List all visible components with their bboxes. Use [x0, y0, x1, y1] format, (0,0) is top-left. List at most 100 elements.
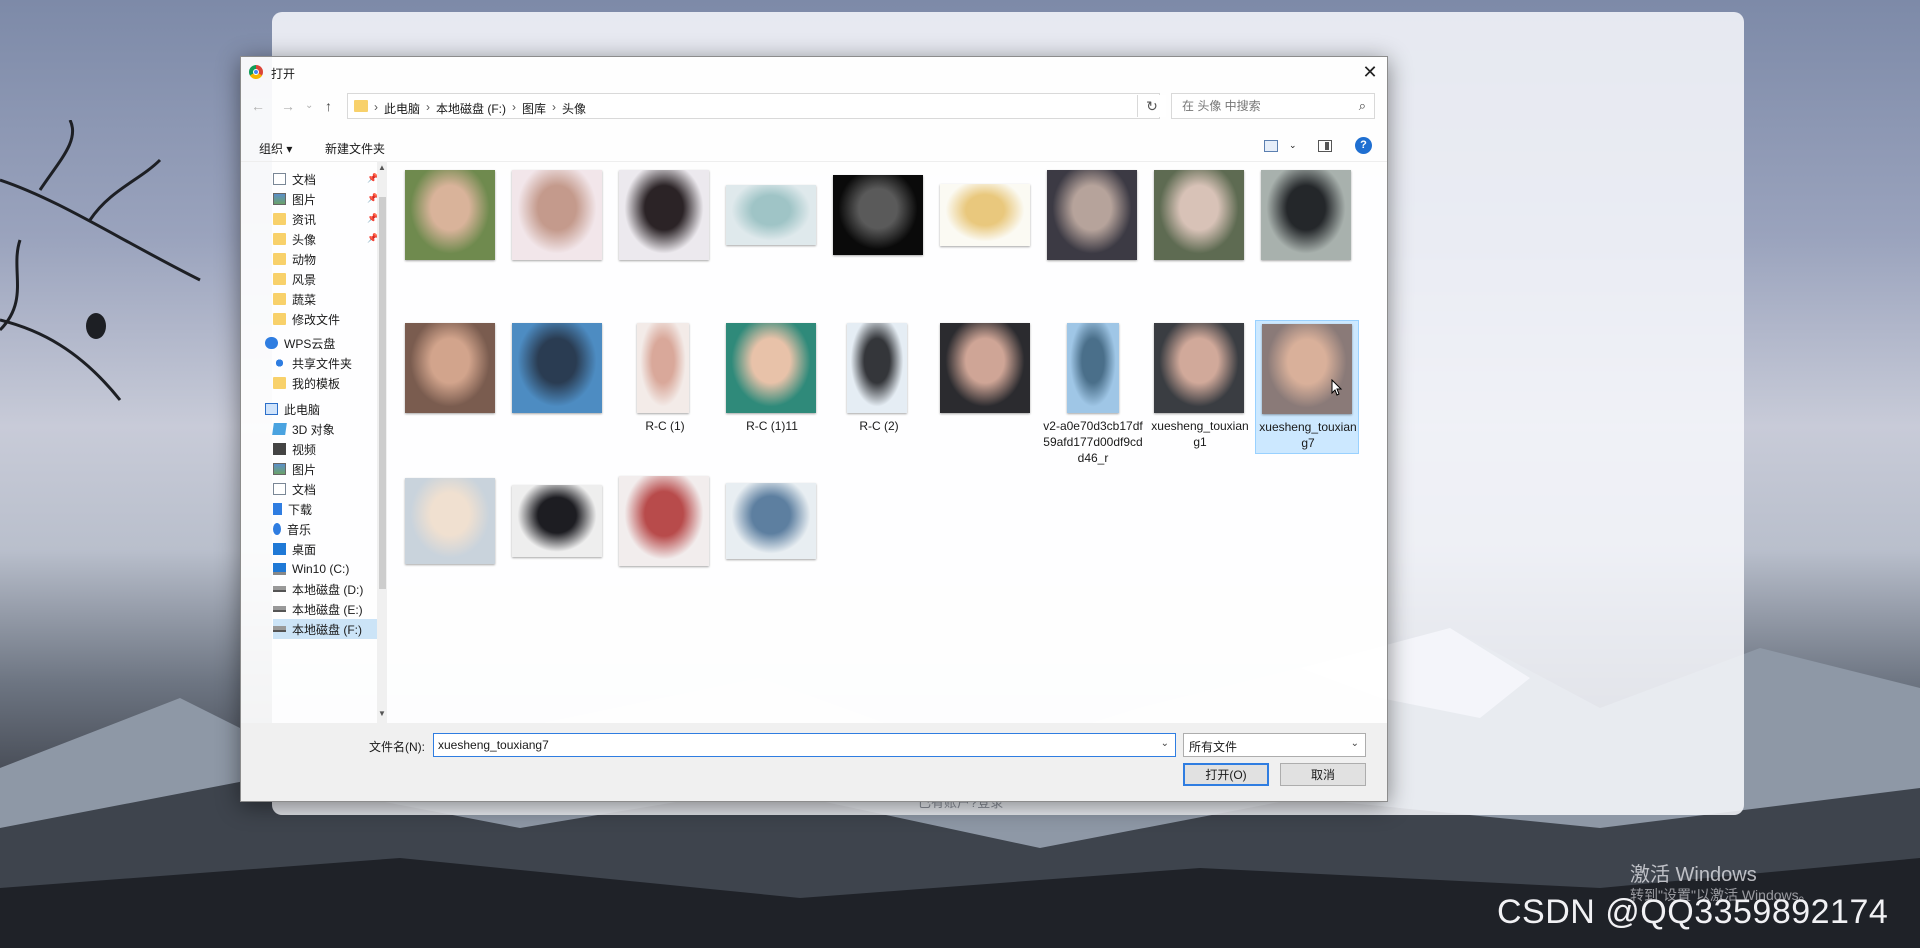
file-item[interactable] — [720, 167, 824, 265]
image-thumbnail[interactable] — [512, 170, 602, 260]
sidebar-item[interactable]: 视频 — [273, 439, 316, 459]
sidebar-item[interactable]: 文档 — [273, 169, 316, 189]
search-input[interactable] — [1180, 98, 1344, 114]
file-item[interactable]: R-C (1) — [613, 320, 717, 438]
chevron-down-icon[interactable]: ⌄ — [1351, 738, 1359, 749]
refresh-icon[interactable]: ↻ — [1137, 95, 1166, 117]
file-item[interactable] — [399, 473, 503, 571]
sidebar-item[interactable]: 我的模板 — [273, 373, 340, 393]
address-bar[interactable]: › 此电脑 › 本地磁盘 (F:) › 图库 › 头像 ⌄ — [347, 93, 1160, 119]
filename-input[interactable]: xuesheng_touxiang7 ⌄ — [433, 733, 1176, 757]
file-item[interactable] — [399, 167, 503, 265]
image-thumbnail[interactable] — [637, 323, 689, 413]
image-thumbnail[interactable] — [512, 485, 602, 557]
chrome-icon — [249, 65, 263, 79]
close-button[interactable]: ✕ — [1353, 57, 1387, 87]
image-thumbnail[interactable] — [405, 323, 495, 413]
image-thumbnail[interactable] — [726, 323, 816, 413]
sidebar-item[interactable]: 修改文件 — [273, 309, 340, 329]
organize-button[interactable]: 组织 ▾ — [259, 140, 292, 157]
image-thumbnail[interactable] — [1067, 323, 1119, 413]
file-item[interactable] — [934, 167, 1038, 265]
sidebar-item-label: 图片 — [292, 192, 317, 207]
file-type-select[interactable]: 所有文件 ⌄ — [1183, 733, 1366, 757]
file-item[interactable]: R-C (2) — [827, 320, 931, 438]
sidebar-item[interactable]: 蔬菜 — [273, 289, 316, 309]
search-icon[interactable]: ⌕ — [1359, 98, 1366, 114]
file-item[interactable]: xuesheng_touxiang7 — [1255, 320, 1359, 454]
image-thumbnail[interactable] — [619, 170, 709, 260]
sidebar-item[interactable]: WPS云盘 — [265, 333, 335, 353]
file-item[interactable] — [613, 167, 717, 265]
image-thumbnail[interactable] — [405, 478, 495, 564]
forward-arrow-icon[interactable]: → — [281, 98, 295, 114]
cancel-button[interactable]: 取消 — [1280, 763, 1366, 786]
view-options-dropdown-icon[interactable]: ⌄ — [1289, 140, 1297, 151]
breadcrumb-avatar[interactable]: 头像 — [562, 100, 586, 117]
file-item[interactable] — [1041, 167, 1145, 265]
file-item[interactable] — [506, 320, 610, 418]
image-thumbnail[interactable] — [940, 323, 1030, 413]
sidebar-item[interactable]: 此电脑 — [265, 399, 320, 419]
search-box[interactable]: ⌕ — [1171, 93, 1375, 119]
sidebar-item[interactable]: 共享文件夹 — [273, 353, 352, 373]
breadcrumb-drive-f[interactable]: 本地磁盘 (F:) — [436, 100, 506, 117]
breadcrumb-gallery[interactable]: 图库 — [522, 100, 546, 117]
new-folder-button[interactable]: 新建文件夹 — [325, 140, 385, 157]
scroll-up-icon[interactable]: ▲ — [377, 163, 387, 172]
sidebar-item[interactable]: 本地磁盘 (E:) — [273, 599, 363, 619]
image-thumbnail[interactable] — [1262, 324, 1352, 414]
sidebar-item[interactable]: 头像 — [273, 229, 316, 249]
sidebar-item[interactable]: 本地磁盘 (D:) — [273, 579, 363, 599]
file-item[interactable] — [613, 473, 717, 571]
sidebar-item[interactable]: 3D 对象 — [272, 419, 335, 439]
file-item[interactable]: xuesheng_touxiang1 — [1148, 320, 1252, 454]
preview-pane-icon[interactable] — [1318, 140, 1332, 152]
file-item[interactable] — [827, 167, 931, 265]
image-thumbnail[interactable] — [512, 323, 602, 413]
sidebar-item[interactable]: 本地磁盘 (F:) — [273, 619, 377, 639]
file-item[interactable]: v2-a0e70d3cb17df59afd177d00df9cdd46_r — [1041, 320, 1145, 470]
navigation-scrollbar-thumb[interactable] — [379, 197, 386, 589]
sidebar-item[interactable]: 图片 — [273, 459, 316, 479]
sidebar-item[interactable]: 下载 — [273, 499, 312, 519]
change-view-icon[interactable] — [1264, 140, 1278, 152]
file-item[interactable]: R-C (1)11 — [720, 320, 824, 438]
sidebar-item[interactable]: 桌面 — [273, 539, 316, 559]
image-thumbnail[interactable] — [1261, 170, 1351, 260]
sidebar-item[interactable]: 风景 — [273, 269, 316, 289]
image-thumbnail[interactable] — [847, 323, 907, 413]
image-thumbnail[interactable] — [726, 483, 816, 559]
chevron-down-icon[interactable]: ⌄ — [1161, 738, 1169, 749]
open-button[interactable]: 打开(O) — [1183, 763, 1269, 786]
sidebar-item[interactable]: 音乐 — [273, 519, 311, 539]
image-thumbnail[interactable] — [1154, 170, 1244, 260]
sidebar-item[interactable]: 资讯 — [273, 209, 316, 229]
sidebar-item-label: 共享文件夹 — [292, 356, 353, 371]
file-item[interactable] — [934, 320, 1038, 418]
file-item[interactable] — [1148, 167, 1252, 265]
file-item[interactable] — [1255, 167, 1359, 265]
image-thumbnail[interactable] — [940, 184, 1030, 246]
sidebar-item[interactable]: 文档 — [273, 479, 316, 499]
scroll-down-icon[interactable]: ▼ — [377, 709, 387, 718]
file-item[interactable] — [506, 473, 610, 571]
sidebar-item[interactable]: 图片 — [273, 189, 316, 209]
file-item[interactable] — [399, 320, 503, 418]
recent-locations-dropdown-icon[interactable]: ⌄ — [305, 100, 313, 111]
file-item[interactable] — [720, 473, 824, 571]
up-arrow-icon[interactable]: ↑ — [325, 98, 332, 114]
breadcrumb-this-pc[interactable]: 此电脑 — [384, 100, 420, 117]
file-item[interactable] — [506, 167, 610, 265]
sidebar-item[interactable]: 动物 — [273, 249, 316, 269]
image-thumbnail[interactable] — [726, 185, 816, 245]
image-thumbnail[interactable] — [619, 476, 709, 566]
image-thumbnail[interactable] — [1047, 170, 1137, 260]
image-thumbnail[interactable] — [405, 170, 495, 260]
image-thumbnail[interactable] — [1154, 323, 1244, 413]
image-thumbnail[interactable] — [833, 175, 923, 255]
filename-value[interactable]: xuesheng_touxiang7 — [438, 738, 549, 752]
sidebar-item[interactable]: Win10 (C:) — [273, 559, 349, 579]
back-arrow-icon[interactable]: ← — [251, 98, 265, 114]
help-icon[interactable]: ? — [1355, 137, 1372, 154]
